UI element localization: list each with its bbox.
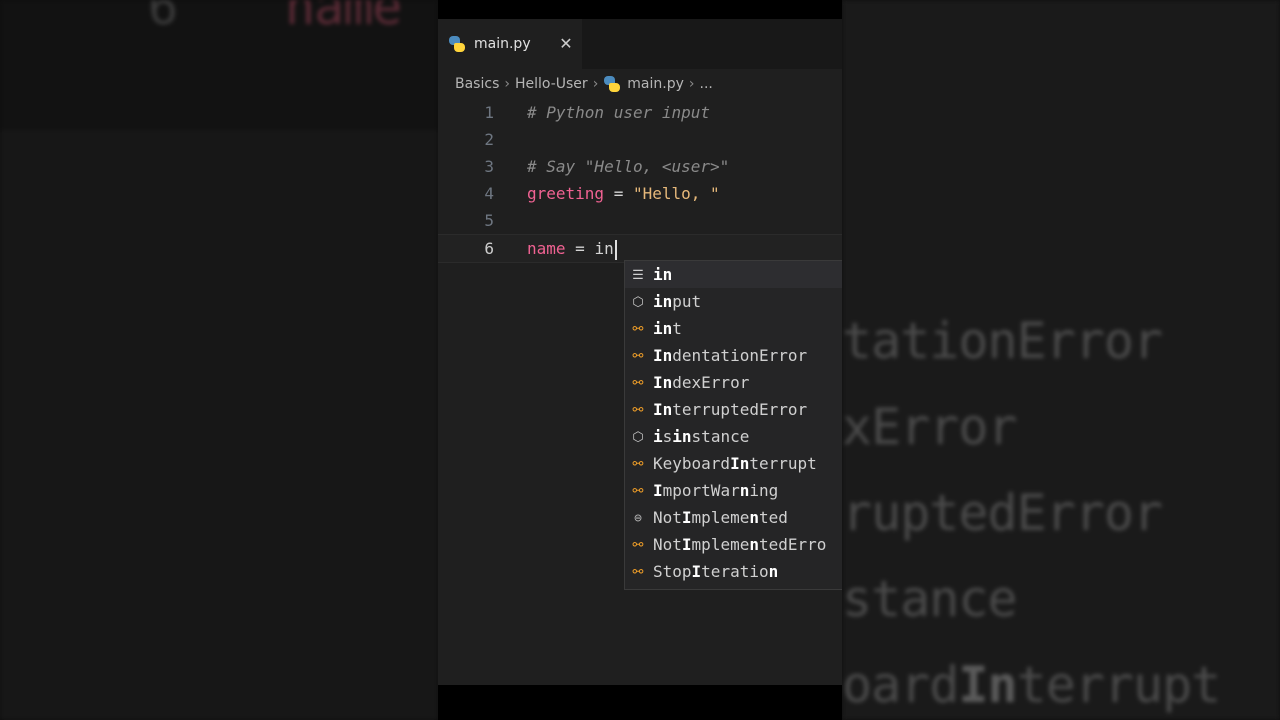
suggestion-label: isinstance bbox=[653, 427, 750, 446]
video-frame: main.py ✕ Basics › Hello-User › main.py … bbox=[438, 0, 842, 720]
line-number: 5 bbox=[484, 211, 494, 230]
code-line: 3 # Say "Hello, <user>" bbox=[438, 153, 842, 180]
class-icon: ⚯ bbox=[632, 564, 644, 580]
class-icon: ⚯ bbox=[632, 483, 644, 499]
breadcrumb-item-more[interactable]: ... bbox=[700, 76, 713, 92]
class-icon: ⚯ bbox=[632, 348, 644, 364]
line-number: 1 bbox=[484, 103, 494, 122]
keyword-icon: ☰ bbox=[632, 267, 644, 283]
chevron-right-icon: › bbox=[688, 76, 695, 92]
background-name-text: name bbox=[285, 0, 402, 36]
code-comment: # Python user input bbox=[527, 103, 711, 122]
background-text-line: xError bbox=[842, 398, 1018, 456]
code-variable: name bbox=[527, 239, 566, 258]
background-text-line: stance bbox=[842, 570, 1018, 628]
tab-main-py[interactable]: main.py ✕ bbox=[438, 19, 582, 69]
chevron-right-icon: › bbox=[504, 76, 510, 92]
breadcrumb: Basics › Hello-User › main.py › ... bbox=[438, 69, 842, 99]
suggestion-item[interactable]: ⚯ StopIteration bbox=[625, 558, 842, 585]
suggestion-item[interactable]: ⚯ ImportWarning bbox=[625, 477, 842, 504]
code-editor: main.py ✕ Basics › Hello-User › main.py … bbox=[438, 19, 842, 685]
background-text-line: tationError bbox=[842, 312, 1163, 370]
method-cube-icon: ⬡ bbox=[632, 429, 644, 445]
suggestion-label: in bbox=[653, 265, 673, 284]
code-comment: # Say "Hello, <user>" bbox=[527, 157, 730, 176]
suggestion-item[interactable]: ⚯ InterruptedError bbox=[625, 396, 842, 423]
line-number: 6 bbox=[484, 239, 494, 258]
python-file-icon bbox=[448, 35, 466, 53]
code-variable: greeting bbox=[527, 184, 605, 203]
method-cube-icon: ⬡ bbox=[632, 294, 644, 310]
background-left-panel: 6 name bbox=[0, 0, 438, 720]
suggestion-label: StopIteration bbox=[653, 562, 779, 581]
suggestion-item[interactable]: ⚯ NotImplementedErro bbox=[625, 531, 842, 558]
suggestion-label: int bbox=[653, 319, 682, 338]
code-line: 5 bbox=[438, 207, 842, 234]
autocomplete-suggestions: ☰ in ⬡ input ⚯ int ⚯ IndentationError ⚯ IndexErro… bbox=[624, 260, 842, 590]
class-icon: ⚯ bbox=[632, 537, 644, 553]
typed-text: in bbox=[594, 239, 614, 258]
background-text-line: oardInterrupt bbox=[842, 656, 1221, 714]
constant-icon: ⊜ bbox=[634, 510, 642, 526]
suggestion-label: InterruptedError bbox=[653, 400, 808, 419]
tab-bar: main.py ✕ bbox=[438, 19, 842, 69]
code-operator: = bbox=[604, 184, 633, 203]
code-line: 2 bbox=[438, 126, 842, 153]
breadcrumb-item-basics[interactable]: Basics bbox=[455, 76, 499, 92]
class-icon: ⚯ bbox=[632, 321, 644, 337]
suggestion-label: NotImplementedErro bbox=[653, 535, 827, 554]
suggestion-label: input bbox=[653, 292, 702, 311]
suggestion-item[interactable]: ⚯ int bbox=[625, 315, 842, 342]
text-cursor bbox=[614, 239, 617, 260]
suggestion-label: NotImplemented bbox=[653, 508, 788, 527]
breadcrumb-item-main-py[interactable]: main.py bbox=[627, 76, 684, 92]
code-line-current: 6 name = in bbox=[438, 234, 842, 263]
suggestion-label: ImportWarning bbox=[653, 481, 779, 500]
line-number: 4 bbox=[484, 184, 494, 203]
python-file-icon bbox=[603, 75, 621, 93]
line-number: 3 bbox=[484, 157, 494, 176]
close-icon[interactable]: ✕ bbox=[558, 34, 574, 53]
chevron-right-icon: › bbox=[592, 76, 599, 92]
code-line: 4 greeting = "Hello, " bbox=[438, 180, 842, 207]
code-operator: = bbox=[565, 239, 595, 258]
background-text-line: ruptedError bbox=[842, 484, 1163, 542]
suggestion-label: KeyboardInterrupt bbox=[653, 454, 817, 473]
suggestion-label: IndentationError bbox=[653, 346, 808, 365]
code-string: "Hello, " bbox=[632, 184, 720, 203]
breadcrumb-item-hello-user[interactable]: Hello-User bbox=[515, 76, 588, 92]
line-number: 2 bbox=[484, 130, 494, 149]
tab-label: main.py bbox=[474, 36, 531, 52]
class-icon: ⚯ bbox=[632, 402, 644, 418]
suggestion-item[interactable]: ☰ in bbox=[625, 261, 842, 288]
suggestion-item[interactable]: ⊜ NotImplemented bbox=[625, 504, 842, 531]
suggestion-item[interactable]: ⚯ KeyboardInterrupt bbox=[625, 450, 842, 477]
suggestion-label: IndexError bbox=[653, 373, 750, 392]
code-line: 1 # Python user input bbox=[438, 99, 842, 126]
suggestion-item[interactable]: ⚯ IndentationError bbox=[625, 342, 842, 369]
suggestion-item[interactable]: ⬡ isinstance bbox=[625, 423, 842, 450]
suggestion-item[interactable]: ⚯ IndexError bbox=[625, 369, 842, 396]
class-icon: ⚯ bbox=[632, 456, 644, 472]
background-right-panel: tationError xError ruptedError stance oa… bbox=[842, 0, 1280, 720]
suggestion-item[interactable]: ⬡ input bbox=[625, 288, 842, 315]
class-icon: ⚯ bbox=[632, 375, 644, 391]
background-line-number: 6 bbox=[148, 0, 178, 36]
